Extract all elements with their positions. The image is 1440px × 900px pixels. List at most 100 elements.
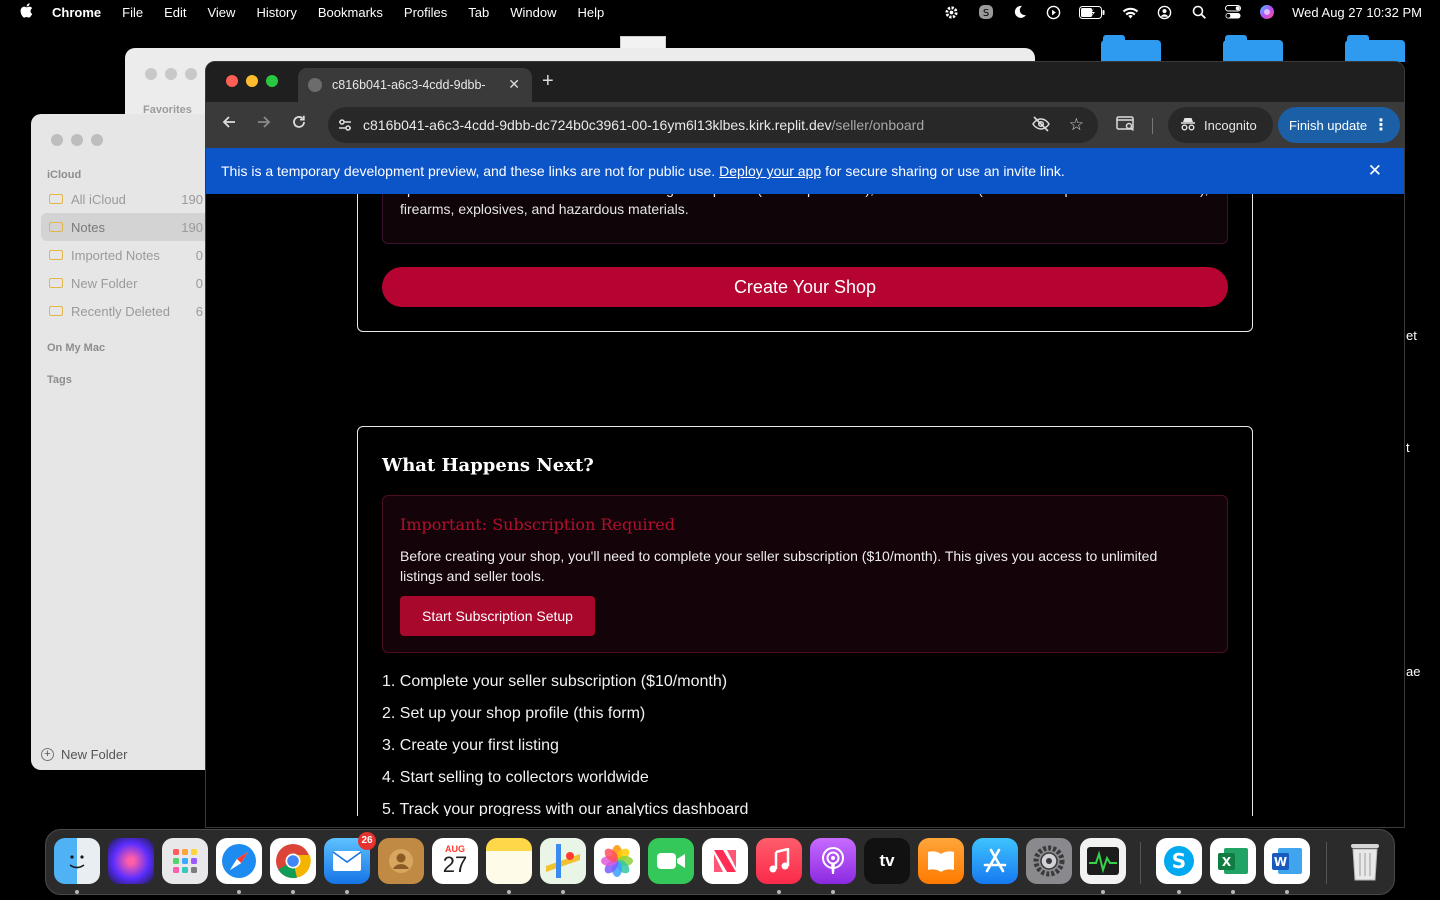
notes-folder-all-icloud[interactable]: All iCloud 190	[41, 185, 221, 213]
forward-arrow-icon[interactable]	[253, 114, 275, 134]
section-heading: What Happens Next?	[382, 455, 594, 476]
apple-tv-icon[interactable]: tv	[864, 838, 910, 884]
zoom-window-button[interactable]	[266, 75, 278, 87]
folder-count: 190	[181, 191, 203, 207]
siri-app-icon[interactable]	[108, 838, 154, 884]
moon-icon[interactable]	[1011, 4, 1028, 21]
dock-divider	[1326, 842, 1327, 884]
skype-status-icon[interactable]: S	[977, 4, 994, 21]
menu-help[interactable]: Help	[578, 5, 605, 20]
launchpad-icon[interactable]	[162, 838, 208, 884]
activity-monitor-icon[interactable]	[1080, 838, 1126, 884]
news-icon[interactable]	[702, 838, 748, 884]
control-center-icon[interactable]	[1224, 4, 1241, 21]
close-banner-icon[interactable]: ✕	[1368, 161, 1382, 181]
address-url: c816b041-a6c3-4cdd-9dbb-dc724b0c3961-00-…	[363, 117, 924, 133]
notes-folder-imported-notes[interactable]: Imported Notes 0	[41, 241, 221, 269]
folder-label: New Folder	[71, 275, 138, 291]
notes-new-folder-button[interactable]: + New Folder	[41, 747, 127, 762]
menu-edit[interactable]: Edit	[164, 5, 186, 20]
menu-view[interactable]: View	[207, 5, 235, 20]
apple-menu-icon[interactable]	[0, 2, 52, 22]
photos-icon[interactable]	[594, 838, 640, 884]
finder-icon[interactable]	[54, 838, 100, 884]
mail-icon[interactable]: 26	[324, 832, 376, 884]
wifi-icon[interactable]	[1122, 4, 1139, 21]
more-vertical-icon[interactable]: ⋮	[1373, 115, 1389, 135]
facetime-icon[interactable]	[648, 838, 694, 884]
incognito-profile-button[interactable]: Incognito	[1168, 107, 1273, 143]
close-window-button[interactable]	[226, 75, 238, 87]
app-store-icon[interactable]	[972, 838, 1018, 884]
podcasts-icon[interactable]	[810, 838, 856, 884]
site-settings-icon[interactable]	[337, 117, 353, 133]
next-steps-list: 1. Complete your seller subscription ($1…	[382, 671, 748, 816]
notes-folder-recently-deleted[interactable]: Recently Deleted 6	[41, 297, 221, 325]
notes-app-icon[interactable]	[486, 838, 532, 884]
safari-icon[interactable]	[216, 838, 262, 884]
folder-icon	[49, 222, 63, 232]
prohibited-items-text: specimens. Prohibited items include enda…	[400, 194, 1209, 217]
reload-icon[interactable]	[288, 114, 310, 134]
menu-profiles[interactable]: Profiles	[404, 5, 447, 20]
deploy-app-link[interactable]: Deploy your app	[719, 163, 821, 179]
plus-circle-icon: +	[41, 748, 54, 761]
notes-section-on-my-mac: On My Mac	[47, 342, 106, 354]
battery-icon[interactable]	[1079, 4, 1105, 21]
word-icon[interactable]: W	[1264, 838, 1310, 884]
bookmark-star-icon[interactable]: ☆	[1069, 115, 1084, 135]
start-subscription-button[interactable]: Start Subscription Setup	[400, 596, 595, 636]
address-bar[interactable]: c816b041-a6c3-4cdd-9dbb-dc724b0c3961-00-…	[328, 107, 1098, 143]
music-icon[interactable]	[756, 838, 802, 884]
back-arrow-icon[interactable]	[218, 114, 240, 134]
finish-update-label: Finish update	[1289, 117, 1368, 133]
calendar-icon[interactable]: AUG 27	[432, 838, 478, 884]
user-account-icon[interactable]	[1156, 4, 1173, 21]
chrome-icon[interactable]	[270, 838, 316, 884]
desktop-folder-icon[interactable]	[1101, 35, 1161, 62]
menu-file[interactable]: File	[122, 5, 143, 20]
search-icon[interactable]	[1190, 4, 1207, 21]
maps-icon[interactable]	[540, 838, 586, 884]
dock: 26 AUG 27 tv S X W	[45, 829, 1395, 895]
menu-history[interactable]: History	[256, 5, 296, 20]
list-item: 3. Create your first listing	[382, 737, 559, 754]
menu-window[interactable]: Window	[510, 5, 556, 20]
skype-icon[interactable]: S	[1156, 838, 1202, 884]
menu-bookmarks[interactable]: Bookmarks	[318, 5, 383, 20]
alert-title: Important: Subscription Required	[400, 515, 675, 534]
play-circle-icon[interactable]	[1045, 4, 1062, 21]
desktop-folder-icon[interactable]	[1345, 35, 1405, 62]
incognito-icon	[1180, 117, 1196, 134]
system-settings-icon[interactable]	[1026, 838, 1072, 884]
menu-app-chrome[interactable]: Chrome	[52, 5, 101, 20]
subscription-alert: Important: Subscription Required Before …	[382, 495, 1228, 653]
tab-search-icon[interactable]	[1116, 115, 1136, 135]
running-indicator	[1231, 890, 1235, 894]
contacts-icon[interactable]	[378, 838, 424, 884]
finish-update-button[interactable]: Finish update ⋮	[1278, 107, 1400, 143]
notes-folder-new-folder[interactable]: New Folder 0	[41, 269, 221, 297]
eye-off-icon[interactable]	[1032, 116, 1050, 136]
notes-window: iCloud All iCloud 190 Notes 190 Imported…	[31, 114, 221, 770]
new-tab-plus-icon[interactable]: +	[542, 70, 554, 93]
folder-label: Recently Deleted	[71, 303, 170, 319]
desktop-folder-icon[interactable]	[1223, 35, 1283, 62]
create-shop-button[interactable]: Create Your Shop	[382, 267, 1228, 307]
calendar-day: 27	[442, 852, 468, 877]
siri-icon[interactable]	[1258, 4, 1275, 21]
gear-icon[interactable]	[943, 4, 960, 21]
tab-active[interactable]: c816b041-a6c3-4cdd-9dbb- ✕	[298, 68, 532, 102]
notes-folder-notes[interactable]: Notes 190	[41, 213, 221, 241]
running-indicator	[507, 890, 511, 894]
menu-tab[interactable]: Tab	[468, 5, 489, 20]
svg-text:S: S	[982, 8, 988, 19]
new-folder-label: New Folder	[61, 747, 128, 762]
menu-clock[interactable]: Wed Aug 27 10:32 PM	[1292, 5, 1422, 20]
close-tab-icon[interactable]: ✕	[508, 76, 520, 93]
trash-icon[interactable]	[1342, 838, 1388, 884]
books-icon[interactable]	[918, 838, 964, 884]
excel-icon[interactable]: X	[1210, 838, 1256, 884]
minimize-window-button[interactable]	[246, 75, 258, 87]
tab-title: c816b041-a6c3-4cdd-9dbb-	[332, 78, 486, 92]
